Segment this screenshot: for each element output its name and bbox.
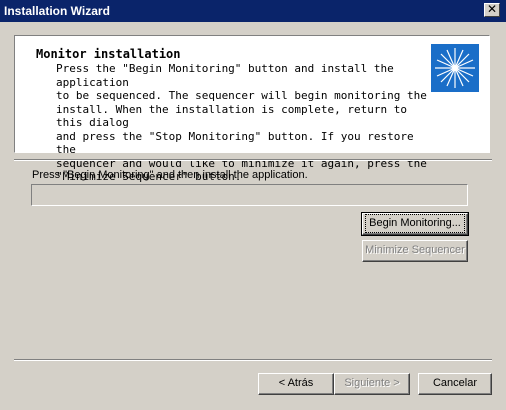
starburst-icon — [431, 44, 479, 92]
cancel-label: Cancelar — [432, 377, 478, 389]
back-button[interactable]: < Atrás — [258, 373, 334, 395]
close-icon: ✕ — [486, 2, 498, 16]
monitoring-progress-bar — [31, 184, 468, 206]
separator-bottom — [14, 359, 492, 361]
minimize-sequencer-label: Minimize Sequencer — [365, 244, 465, 256]
minimize-sequencer-button[interactable]: Minimize Sequencer — [362, 240, 468, 262]
instruction-text: Press "Begin Monitoring" and then instal… — [32, 169, 308, 181]
window-title: Installation Wizard — [4, 4, 110, 18]
separator-top — [14, 159, 492, 161]
cancel-button[interactable]: Cancelar — [418, 373, 492, 395]
title-bar[interactable]: Installation Wizard ✕ — [0, 0, 506, 22]
next-label: Siguiente > — [344, 377, 400, 389]
next-button[interactable]: Siguiente > — [334, 373, 410, 395]
begin-monitoring-button[interactable]: Begin Monitoring... — [361, 212, 469, 236]
close-button[interactable]: ✕ — [484, 3, 500, 17]
header-panel: Monitor installation Press the "Begin Mo… — [14, 35, 490, 183]
page-heading: Monitor installation — [36, 47, 181, 61]
begin-monitoring-label: Begin Monitoring... — [365, 214, 465, 233]
page-description: Press the "Begin Monitoring" button and … — [56, 62, 427, 183]
back-label: < Atrás — [278, 377, 314, 389]
installation-wizard-window: Installation Wizard ✕ Monitor installati… — [0, 0, 506, 410]
